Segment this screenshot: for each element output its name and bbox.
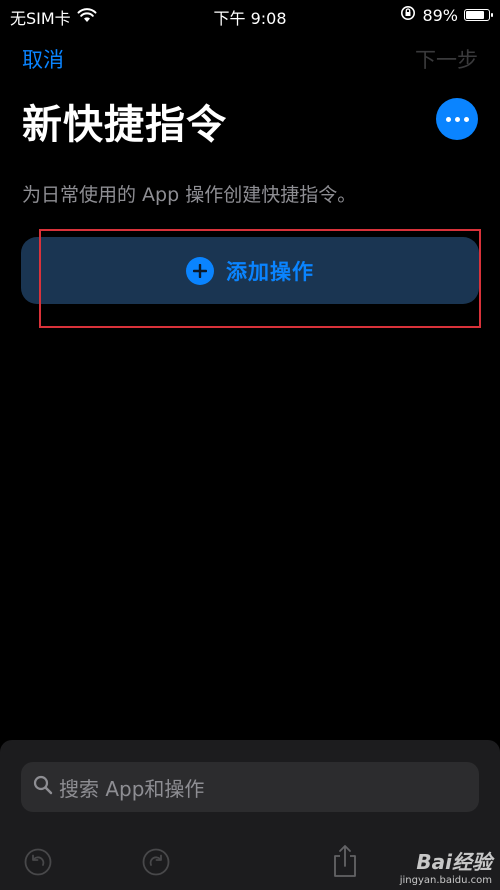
- search-icon: [33, 775, 53, 799]
- share-icon[interactable]: [332, 844, 358, 882]
- ellipsis-icon: [445, 116, 451, 122]
- cancel-button[interactable]: 取消: [22, 44, 64, 74]
- orientation-lock-icon: [400, 5, 416, 25]
- page-subtitle: 为日常使用的 App 操作创建快捷指令。: [22, 184, 357, 206]
- watermark-url: jingyan.baidu.com: [399, 875, 492, 886]
- redo-icon[interactable]: [142, 848, 170, 880]
- more-options-button[interactable]: [436, 98, 478, 140]
- status-right: 89%: [400, 5, 493, 25]
- battery-icon: [464, 9, 493, 21]
- battery-fill: [466, 11, 484, 19]
- status-bar: 无SIM卡 下午 9:08 89%: [0, 0, 500, 30]
- shortcut-editor-screen: 无SIM卡 下午 9:08 89% 取消 下一步 新快捷指令 为日常使用的 Ap…: [0, 0, 500, 890]
- search-placeholder: 搜索 App和操作: [59, 776, 205, 801]
- watermark-brand: Bai经验: [416, 850, 492, 874]
- ellipsis-dot: [463, 116, 469, 122]
- page-title: 新快捷指令: [22, 102, 227, 148]
- annotation-highlight-box: [39, 229, 481, 328]
- undo-icon[interactable]: [24, 848, 52, 880]
- battery-percent: 89%: [422, 5, 458, 25]
- ellipsis-dot: [454, 116, 460, 122]
- baidu-jingyan-watermark: Bai经验 jingyan.baidu.com: [400, 846, 492, 886]
- next-button[interactable]: 下一步: [415, 44, 478, 74]
- search-input[interactable]: 搜索 App和操作: [21, 762, 479, 812]
